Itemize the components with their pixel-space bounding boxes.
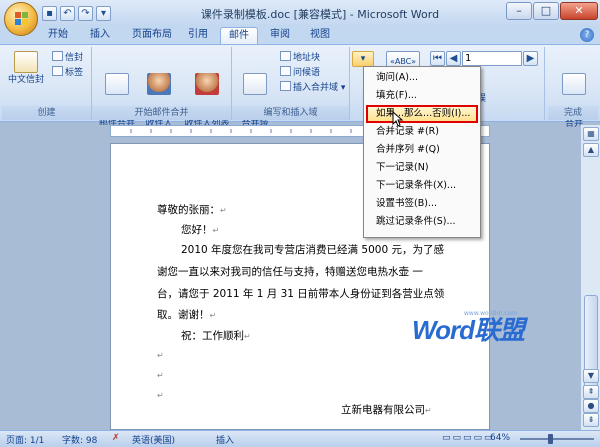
menu-item-skip-record-if[interactable]: 跳过记录条件(S)...	[364, 213, 480, 231]
menu-item-fill-in[interactable]: 填充(F)...	[364, 87, 480, 105]
envelope-small-icon	[52, 51, 63, 61]
menu-item-merge-sequence[interactable]: 合并序列 #(Q)	[364, 141, 480, 159]
window-controls: – □ ✕	[506, 2, 598, 20]
tab-view[interactable]: 视图	[302, 27, 338, 44]
envelope-icon	[14, 51, 38, 73]
ribbon: 中文信封 信封 标签 创建 开始 邮件合并 选择 收件人 编辑 收件人列表 开始…	[0, 44, 600, 129]
menu-item-set-bookmark[interactable]: 设置书签(B)...	[364, 195, 480, 213]
greeting-line-button[interactable]: 问候语	[280, 66, 320, 79]
paragraph-mark: ↵	[157, 391, 164, 400]
title-bar: ▪ ↶ ↷ ▾ 课件录制模板.doc [兼容模式] - Microsoft Wo…	[0, 0, 600, 26]
labels-button[interactable]: 标签	[52, 66, 83, 79]
tab-mailings[interactable]: 邮件	[220, 27, 258, 44]
greeting-icon	[280, 66, 291, 76]
tab-home[interactable]: 开始	[40, 27, 76, 44]
document-icon	[105, 73, 129, 95]
mouse-cursor-icon	[392, 111, 404, 127]
group-label: 完成	[548, 106, 598, 120]
menu-item-next-record-if[interactable]: 下一记录条件(X)...	[364, 177, 480, 195]
save-icon[interactable]: ▪	[42, 5, 57, 21]
menu-item-ask[interactable]: 询问(A)...	[364, 69, 480, 87]
zoom-slider[interactable]	[520, 438, 594, 440]
scroll-down-icon[interactable]: ▼	[583, 369, 599, 383]
close-button[interactable]: ✕	[560, 2, 598, 20]
doc-line: 谢您一直以来对我司的信任与支持，特赠送您电热水壶 一	[157, 266, 423, 278]
finish-icon	[562, 73, 586, 95]
group-label: 编写和插入域	[232, 106, 349, 120]
watermark-url: www.wordlm.com	[464, 310, 518, 317]
insert-merge-field-button[interactable]: 插入合并域 ▾	[280, 81, 345, 94]
office-button[interactable]	[4, 2, 38, 36]
group-create: 中文信封 信封 标签 创建	[2, 47, 92, 120]
doc-line: 您好！↵	[181, 224, 220, 236]
page-count[interactable]: 页面: 1/1	[6, 433, 44, 446]
browse-object-icon[interactable]: ●	[583, 399, 599, 413]
zoom-level[interactable]: 64%	[490, 433, 510, 443]
tab-page-layout[interactable]: 页面布局	[124, 27, 180, 44]
tab-insert[interactable]: 插入	[82, 27, 118, 44]
language-indicator[interactable]: 英语(美国)	[132, 433, 175, 446]
labels-icon	[52, 66, 63, 76]
record-number-input[interactable]: 1	[462, 51, 522, 66]
maximize-button[interactable]: □	[533, 2, 559, 20]
doc-line: 取。谢谢！↵	[157, 309, 217, 321]
insert-field-icon	[280, 81, 291, 91]
zoom-thumb[interactable]	[548, 434, 553, 444]
group-finish: 完成并 合并 完成	[548, 47, 598, 129]
rules-button[interactable]: ▾	[352, 51, 374, 67]
menu-item-merge-record[interactable]: 合并记录 #(R)	[364, 123, 480, 141]
help-icon[interactable]: ?	[580, 28, 594, 42]
window-title: 课件录制模板.doc [兼容模式] - Microsoft Word	[200, 8, 440, 21]
recipients-icon	[147, 73, 171, 95]
record-navigation: ⏮ ◀ 1 ▶	[430, 51, 538, 66]
highlight-icon	[243, 73, 267, 95]
ribbon-tabs: 开始 插入 页面布局 引用 邮件 审阅 视图 ?	[0, 26, 600, 44]
redo-icon[interactable]: ↷	[78, 5, 93, 21]
paragraph-mark: ↵	[157, 351, 164, 360]
next-page-icon[interactable]: ⇟	[583, 413, 599, 427]
envelope-button[interactable]: 信封	[52, 51, 83, 64]
tab-review[interactable]: 审阅	[262, 27, 298, 44]
paragraph-mark: ↵	[157, 371, 164, 380]
previous-record-icon[interactable]: ◀	[446, 51, 461, 66]
menu-item-if-then-else[interactable]: 如果...那么...否则(I)...	[366, 105, 478, 123]
minimize-button[interactable]: –	[506, 2, 532, 20]
scroll-up-icon[interactable]: ▲	[583, 143, 599, 157]
doc-line: 祝：工作顺利↵	[181, 330, 251, 342]
view-buttons[interactable]: ▭▭▭▭▭	[442, 433, 495, 443]
proofing-icon[interactable]: ✗	[112, 433, 120, 443]
address-block-button[interactable]: 地址块	[280, 51, 320, 64]
previous-page-icon[interactable]: ⇞	[583, 385, 599, 399]
office-logo-icon	[15, 12, 28, 25]
watermark-logo: Word联盟 www.wordlm.com	[412, 310, 532, 350]
tab-references[interactable]: 引用	[180, 27, 216, 44]
menu-item-next-record[interactable]: 下一记录(N)	[364, 159, 480, 177]
group-write-insert: 突出显示 合并域 地址块 问候语 插入合并域 ▾ 编写和插入域	[232, 47, 350, 129]
address-block-icon	[280, 51, 291, 61]
group-label: 创建	[2, 106, 91, 120]
group-label: 开始邮件合并	[92, 106, 231, 120]
doc-line: 2010 年度您在我司专营店消费已经满 5000 元，为了感	[181, 244, 444, 256]
rules-dropdown-menu: 询问(A)... 填充(F)... 如果...那么...否则(I)... 合并记…	[363, 66, 481, 238]
insert-mode[interactable]: 插入	[216, 433, 234, 446]
doc-line: 尊敬的张丽：↵	[157, 204, 227, 216]
edit-list-icon	[195, 73, 219, 95]
group-start-merge: 开始 邮件合并 选择 收件人 编辑 收件人列表 开始邮件合并	[92, 47, 232, 129]
doc-line: 台，请您于 2011 年 1 月 31 日前带本人身份证到各营业点领	[157, 288, 445, 300]
chinese-envelope-button[interactable]: 中文信封	[6, 51, 46, 86]
ruler-toggle-icon[interactable]: ▦	[583, 127, 599, 141]
status-bar: 页面: 1/1 字数: 98 ✗ 英语(美国) 插入 ▭▭▭▭▭ 64%	[0, 430, 600, 447]
undo-icon[interactable]: ↶	[60, 5, 75, 21]
doc-line: 立新电器有限公司↵	[341, 404, 432, 416]
vertical-scrollbar[interactable]: ▦ ▲ ▼ ⇞ ● ⇟	[580, 125, 600, 430]
word-count[interactable]: 字数: 98	[62, 433, 97, 446]
first-record-icon[interactable]: ⏮	[430, 51, 445, 66]
customize-icon[interactable]: ▾	[96, 5, 111, 21]
next-record-icon[interactable]: ▶	[523, 51, 538, 66]
ruler-margin	[0, 125, 110, 137]
quick-access-toolbar: ▪ ↶ ↷ ▾	[42, 5, 111, 21]
